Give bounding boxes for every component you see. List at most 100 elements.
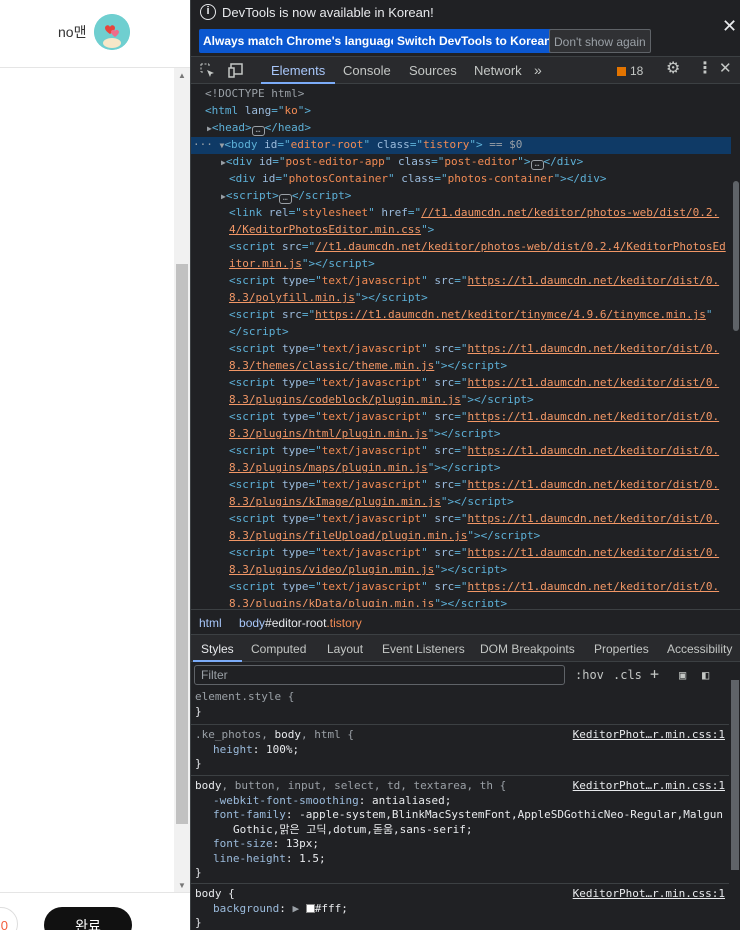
- tab-accessibility[interactable]: Accessibility: [667, 642, 732, 656]
- switch-language-button[interactable]: Switch DevTools to Korean: [393, 29, 556, 53]
- more-options-icon[interactable]: ⋮: [697, 61, 713, 77]
- hov-toggle[interactable]: :hov: [575, 668, 604, 682]
- tree-line-script10-cont[interactable]: 8.3/plugins/video/plugin.min.js"></scrip…: [191, 562, 731, 579]
- breadcrumb-html[interactable]: html: [199, 616, 222, 630]
- tree-line-script11-cont[interactable]: 8.3/plugins/kData/plugin.min.js"></scrip…: [191, 596, 731, 607]
- tree-line-script7-cont[interactable]: 8.3/plugins/maps/plugin.min.js"></script…: [191, 460, 731, 477]
- rule-font[interactable]: body, button, input, select, td, textare…: [191, 777, 729, 884]
- script-src[interactable]: //t1.daumcdn.net/keditor/photos-web/dist…: [315, 240, 726, 253]
- page-header: no맨: [0, 0, 190, 68]
- match-language-button[interactable]: Always match Chrome's language: [199, 29, 402, 53]
- tree-line-script4-cont[interactable]: 8.3/themes/classic/theme.min.js"></scrip…: [191, 358, 731, 375]
- toggle-sidebar-icon[interactable]: ◧: [702, 668, 709, 682]
- issues-count: 18: [630, 64, 644, 78]
- tree-line-script9[interactable]: <script type="text/javascript" src="http…: [191, 511, 731, 528]
- page-scrollbar[interactable]: ▲ ▼: [174, 68, 190, 892]
- tree-line-script1-cont[interactable]: itor.min.js"></script>: [191, 256, 731, 273]
- elements-scrollbar[interactable]: [731, 85, 740, 607]
- tree-line-div-app[interactable]: ▶<div id="post-editor-app" class="post-e…: [191, 154, 731, 171]
- language-infobar: i DevTools is now available in Korean! ✕…: [191, 0, 740, 57]
- tab-elements[interactable]: Elements: [260, 63, 336, 84]
- scrollbar-thumb[interactable]: [176, 264, 188, 824]
- tree-line-script8-cont[interactable]: 8.3/plugins/kImage/plugin.min.js"></scri…: [191, 494, 731, 511]
- tree-line-link[interactable]: <link rel="stylesheet" href="//t1.daumcd…: [191, 205, 731, 222]
- more-tabs-icon[interactable]: »: [534, 63, 542, 77]
- color-swatch[interactable]: [305, 903, 315, 913]
- tree-line-script3-cont[interactable]: </script>: [191, 324, 731, 341]
- breadcrumb: html body#editor-root.tistory: [191, 609, 740, 633]
- issues-badge[interactable]: 18: [617, 64, 643, 78]
- tab-event-listeners[interactable]: Event Listeners: [382, 642, 465, 656]
- rule-background[interactable]: body { KeditorPhot…r.min.css:1 backgroun…: [191, 885, 729, 930]
- scrollbar-thumb[interactable]: [731, 680, 739, 870]
- tree-line-link-cont[interactable]: 4/KeditorPhotosEditor.min.css">: [191, 222, 731, 239]
- tab-properties[interactable]: Properties: [594, 642, 649, 656]
- info-icon: i: [200, 4, 216, 20]
- tab-computed[interactable]: Computed: [251, 642, 306, 656]
- tree-line-script11[interactable]: <script type="text/javascript" src="http…: [191, 579, 731, 596]
- tree-line-doctype[interactable]: <!DOCTYPE html>: [191, 86, 731, 103]
- rule-height[interactable]: .ke_photos, body, html { KeditorPhot…r.m…: [191, 726, 729, 776]
- tree-line-div-photos[interactable]: <div id="photosContainer" class="photos-…: [191, 171, 731, 188]
- styles-scrollbar[interactable]: [729, 680, 740, 930]
- tree-line-script2[interactable]: <script type="text/javascript" src="http…: [191, 273, 731, 290]
- rule-source-link[interactable]: KeditorPhot…r.min.css:1: [573, 887, 725, 902]
- heart-avatar-icon: [94, 14, 130, 50]
- tree-line-head[interactable]: ▶<head>… </head>: [191, 120, 731, 137]
- tree-line-html[interactable]: <html lang="ko">: [191, 103, 731, 120]
- rule-element-style[interactable]: element.style { }: [191, 688, 729, 725]
- rule-source-link[interactable]: KeditorPhot…r.min.css:1: [573, 779, 725, 794]
- new-rule-plus-icon[interactable]: +: [650, 665, 659, 683]
- paint-brush-icon[interactable]: ▣: [679, 668, 686, 682]
- scroll-down-icon[interactable]: ▼: [178, 882, 186, 890]
- tree-line-body-selected[interactable]: ··· ▼<body id="editor-root" class="tisto…: [191, 137, 731, 154]
- close-icon[interactable]: ✕: [722, 16, 737, 37]
- tree-line-script6-cont[interactable]: 8.3/plugins/html/plugin.min.js"></script…: [191, 426, 731, 443]
- breadcrumb-body[interactable]: body#editor-root.tistory: [239, 616, 362, 630]
- username: no맨: [58, 24, 87, 40]
- tree-line-script9-cont[interactable]: 8.3/plugins/fileUpload/plugin.min.js"></…: [191, 528, 731, 545]
- tab-console[interactable]: Console: [343, 63, 391, 78]
- styles-tabbar: Styles Computed Layout Event Listeners D…: [191, 634, 740, 662]
- tab-dom-breakpoints[interactable]: DOM Breakpoints: [480, 642, 575, 656]
- ellipsis-icon[interactable]: …: [278, 194, 292, 204]
- issue-flag-icon: [617, 67, 626, 76]
- tree-line-script1[interactable]: <script src="//t1.daumcdn.net/keditor/ph…: [191, 239, 731, 256]
- scrollbar-thumb[interactable]: [733, 181, 739, 331]
- tree-line-script4[interactable]: <script type="text/javascript" src="http…: [191, 341, 731, 358]
- dont-show-again-button[interactable]: Don't show again: [549, 29, 651, 53]
- close-devtools-icon[interactable]: ✕: [719, 61, 732, 76]
- tab-layout[interactable]: Layout: [327, 642, 363, 656]
- tree-line-script6[interactable]: <script type="text/javascript" src="http…: [191, 409, 731, 426]
- cls-toggle[interactable]: .cls: [613, 668, 642, 682]
- device-toolbar-icon[interactable]: [228, 63, 244, 78]
- expand-triangle-icon[interactable]: ▶: [292, 902, 299, 915]
- tree-line-script8[interactable]: <script type="text/javascript" src="http…: [191, 477, 731, 494]
- tree-line-script3[interactable]: <script src="https://t1.daumcdn.net/kedi…: [191, 307, 731, 324]
- tab-sources[interactable]: Sources: [409, 63, 457, 78]
- inspect-element-icon[interactable]: [200, 63, 215, 78]
- tree-line-script5[interactable]: <script type="text/javascript" src="http…: [191, 375, 731, 392]
- styles-filter-input[interactable]: Filter: [194, 665, 565, 685]
- link-href-cont[interactable]: 4/KeditorPhotosEditor.min.css: [229, 223, 421, 236]
- done-button[interactable]: 완료: [44, 907, 132, 930]
- tab-network[interactable]: Network: [474, 63, 522, 78]
- count-button[interactable]: 0: [0, 907, 18, 930]
- avatar[interactable]: [94, 14, 130, 50]
- tree-line-script10[interactable]: <script type="text/javascript" src="http…: [191, 545, 731, 562]
- ellipsis-icon[interactable]: …: [530, 160, 544, 170]
- tab-styles[interactable]: Styles: [193, 642, 242, 662]
- settings-gear-icon[interactable]: ⚙: [666, 61, 680, 77]
- tree-line-script7[interactable]: <script type="text/javascript" src="http…: [191, 443, 731, 460]
- tree-line-script5-cont[interactable]: 8.3/plugins/codeblock/plugin.min.js"></s…: [191, 392, 731, 409]
- style-rules: element.style { } .ke_photos, body, html…: [191, 688, 729, 930]
- link-href[interactable]: //t1.daumcdn.net/keditor/photos-web/dist…: [421, 206, 719, 219]
- editor-page: no맨 ▲ ▼ 0 완료: [0, 0, 190, 930]
- infobar-message: DevTools is now available in Korean!: [222, 5, 434, 20]
- tree-line-script2-cont[interactable]: 8.3/polyfill.min.js"></script>: [191, 290, 731, 307]
- ellipsis-icon[interactable]: …: [251, 126, 265, 136]
- devtools-tabbar: Elements Console Sources Network » 18 ⚙ …: [191, 57, 740, 84]
- tree-line-script-collapsed[interactable]: ▶<script>… </script>: [191, 188, 731, 205]
- scroll-up-icon[interactable]: ▲: [178, 72, 186, 80]
- rule-source-link[interactable]: KeditorPhot…r.min.css:1: [573, 728, 725, 743]
